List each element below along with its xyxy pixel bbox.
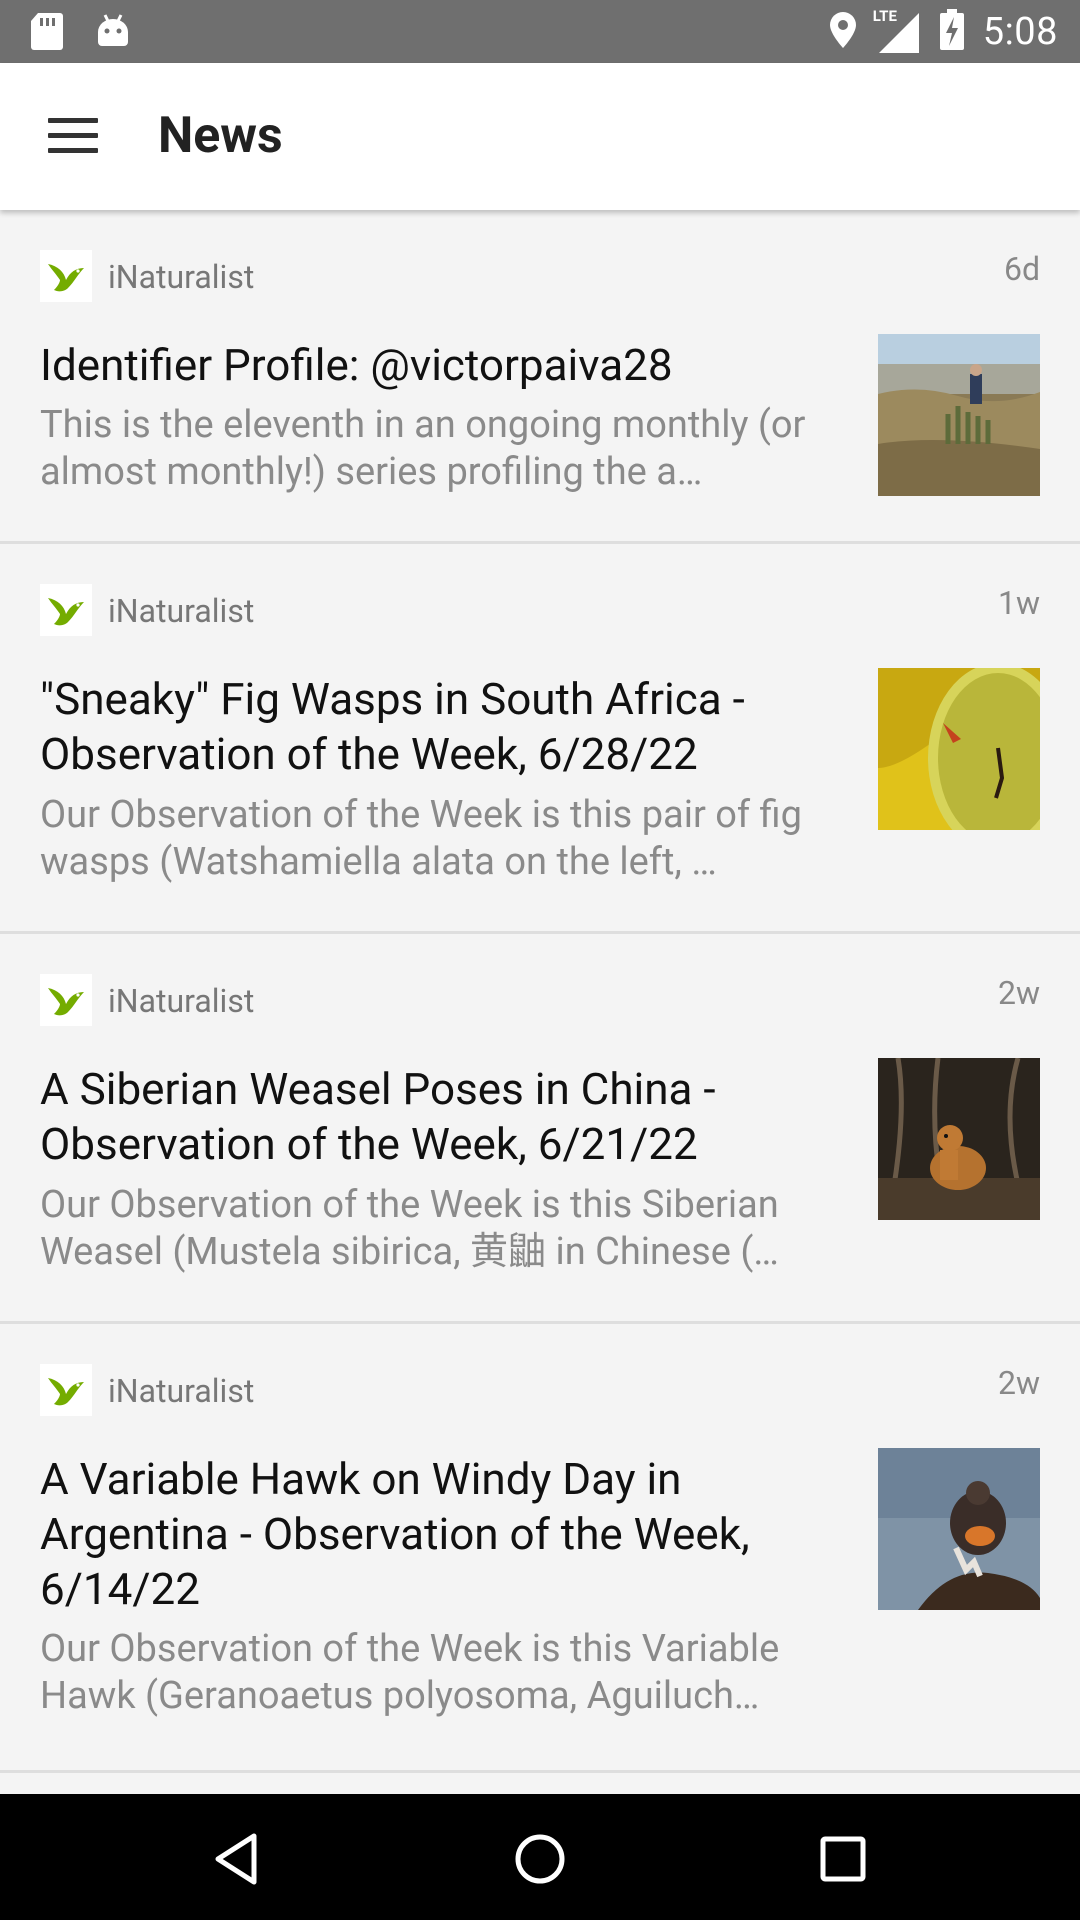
inaturalist-logo-icon bbox=[40, 1364, 92, 1416]
news-feed: iNaturalist 6d Identifier Profile: @vict… bbox=[0, 210, 1080, 1773]
news-excerpt: Our Observation of the Week is this Sibe… bbox=[40, 1183, 779, 1274]
news-thumbnail bbox=[878, 1448, 1040, 1610]
news-source: iNaturalist bbox=[108, 1372, 255, 1410]
lte-signal-icon: LTE bbox=[872, 6, 921, 55]
sd-card-icon bbox=[30, 12, 64, 54]
news-source: iNaturalist bbox=[108, 982, 255, 1020]
news-item[interactable]: iNaturalist 2w A Siberian Weasel Poses i… bbox=[0, 934, 1080, 1324]
news-title: "Sneaky" Fig Wasps in South Africa - Obs… bbox=[40, 673, 745, 780]
location-icon bbox=[829, 11, 857, 53]
news-excerpt: Our Observation of the Week is this pair… bbox=[40, 793, 802, 884]
inaturalist-logo-icon bbox=[40, 250, 92, 302]
news-age: 1w bbox=[997, 584, 1040, 622]
news-age: 6d bbox=[1003, 250, 1040, 288]
news-excerpt: Our Observation of the Week is this Vari… bbox=[40, 1627, 780, 1718]
news-thumbnail bbox=[878, 668, 1040, 830]
news-source: iNaturalist bbox=[108, 592, 255, 630]
news-thumbnail bbox=[878, 1058, 1040, 1220]
hamburger-menu-icon[interactable] bbox=[38, 103, 108, 167]
news-title: A Variable Hawk on Windy Day in Argentin… bbox=[40, 1453, 750, 1615]
page-title: News bbox=[158, 107, 283, 165]
news-item[interactable]: iNaturalist 1w "Sneaky" Fig Wasps in Sou… bbox=[0, 544, 1080, 934]
system-navigation-bar bbox=[0, 1794, 1080, 1920]
news-item[interactable]: iNaturalist 2w A Variable Hawk on Windy … bbox=[0, 1324, 1080, 1773]
clock: 5:08 bbox=[982, 9, 1058, 54]
news-item[interactable]: iNaturalist 6d Identifier Profile: @vict… bbox=[0, 210, 1080, 544]
android-icon bbox=[96, 12, 130, 54]
home-icon[interactable] bbox=[505, 1824, 575, 1894]
back-icon[interactable] bbox=[202, 1824, 272, 1894]
news-title: Identifier Profile: @victorpaiva28 bbox=[40, 339, 673, 391]
news-excerpt: This is the eleventh in an ongoing month… bbox=[40, 403, 806, 494]
inaturalist-logo-icon bbox=[40, 584, 92, 636]
news-title: A Siberian Weasel Poses in China - Obser… bbox=[40, 1063, 716, 1170]
news-thumbnail bbox=[878, 334, 1040, 496]
news-age: 2w bbox=[997, 1364, 1040, 1402]
news-source: iNaturalist bbox=[108, 258, 255, 296]
status-bar: LTE 5:08 bbox=[0, 0, 1080, 63]
inaturalist-logo-icon bbox=[40, 974, 92, 1026]
app-bar: News bbox=[0, 63, 1080, 210]
recents-icon[interactable] bbox=[808, 1824, 878, 1894]
battery-charging-icon bbox=[939, 8, 965, 55]
news-age: 2w bbox=[997, 974, 1040, 1012]
lte-label: LTE bbox=[872, 6, 897, 25]
